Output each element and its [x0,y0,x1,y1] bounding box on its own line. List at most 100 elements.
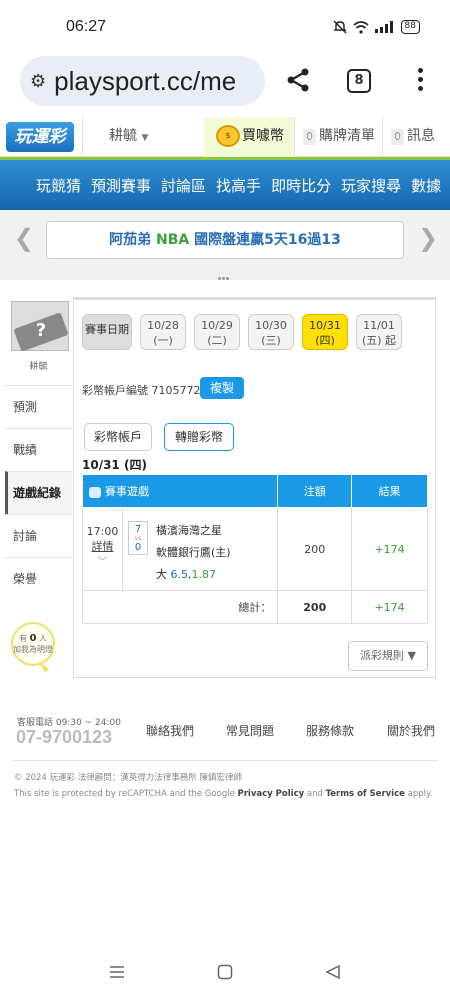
footer-link-terms[interactable]: 服務條款 [306,722,354,739]
game-time-col: 17:00 詳情 ﹀ [83,508,123,591]
col-game-label: 賽事遊戲 [105,485,149,498]
copyright-text: © 2024 玩運彩 法律顧問：漢英得力法律事務所 陳鎮宏律師 [14,773,242,783]
mute-icon [332,20,347,34]
ticker-message[interactable]: 阿茄弟 NBA 國際盤連贏5天16過13 [46,221,404,259]
recaptcha-notice: This site is protected by reCAPTCHA and … [14,789,433,799]
privacy-policy-link[interactable]: Privacy Policy [238,789,305,799]
chevron-left-icon[interactable]: ❮ [14,226,34,250]
coin-account-number: 彩幣帳戶編號 71057726 [82,384,208,397]
chevron-down-icon: ▼ [141,133,149,143]
nav-item[interactable]: 找高手 [216,175,261,196]
signal-icon [374,21,393,33]
sidebar-item-record[interactable]: 戰績 [5,428,72,471]
payout-rules-button[interactable]: 派彩規則 ▼ [348,641,428,671]
footer-link-faq[interactable]: 常見問題 [226,722,274,739]
footer-link-contact[interactable]: 聯絡我們 [146,722,194,739]
main-nav: 玩競猜 預測賽事 討論區 找高手 即時比分 玩家搜尋 數據 [0,160,450,210]
pick-line: 6.5 [170,568,189,581]
cart-count-badge: 0 [303,129,316,145]
site-settings-icon[interactable]: ⚙ [30,71,46,92]
nav-item[interactable]: 玩競猜 [36,175,81,196]
supporter-prefix: 有 [18,634,27,643]
ticker-user: 阿茄弟 [109,232,157,248]
clock: 06:27 [66,18,107,35]
cart-button[interactable]: 0 購牌清單 [294,117,382,157]
support-phone[interactable]: 07-9700123 [16,727,112,748]
team-home: 軟體銀行鷹(主) [156,546,231,559]
coin-icon: $ [216,125,240,147]
status-bar: 06:27 88 [0,0,450,56]
site-footer: 客服電話 09:30 ~ 24:00 07-9700123 聯絡我們 常見問題 … [0,700,450,810]
messages-button[interactable]: 0 訊息 [382,117,450,157]
nav-item[interactable]: 討論區 [161,175,206,196]
footer-link-about[interactable]: 關於我們 [387,722,435,739]
battery-icon: 88 [400,20,420,34]
username: 耕毓 [109,128,137,144]
date-tab-date: 10/28 [147,319,179,332]
date-tab[interactable]: 11/01 (五) 起 [356,314,402,350]
ticker-record: 國際盤連贏5天16過13 [189,232,341,248]
recaptcha-apply: apply. [404,789,433,799]
date-tab-weekday: (二) [207,334,227,347]
tab-gift-coins[interactable]: 轉贈彩幣 [164,423,234,451]
pick-odds: 1.87 [191,568,217,581]
team-away: 橫濱海灣之星 [156,524,222,537]
back-icon[interactable] [325,964,341,980]
site-logo[interactable]: 玩運彩 [6,122,74,152]
total-label: 總計： [81,590,279,624]
wifi-icon [353,20,369,34]
supporter-label: 加我為明燈 [13,645,53,654]
svg-text:?: ? [36,320,46,341]
profile-sidebar: ? 耕毓 預測 戰績 遊戲紀錄 討論 榮譽 有 0 人 加我為明燈 [5,297,72,677]
sidebar-item-game-history[interactable]: 遊戲紀錄 [5,471,72,514]
user-menu[interactable]: 耕毓 ▼ [82,117,202,157]
date-tab-weekday: (五) 起 [361,334,397,347]
footer-divider [12,760,438,761]
date-tab-selected[interactable]: 10/31 (四) [302,314,348,350]
col-header-result: 結果 [351,474,428,508]
date-tab[interactable]: 10/30 (三) [248,314,294,350]
total-row: 總計： 200 +174 [81,590,428,624]
buy-coin-button[interactable]: $ 買噱幣 [204,117,294,157]
date-tab-date: 11/01 [363,319,395,332]
teams: 橫濱海灣之星 軟體銀行鷹(主) 大 6.5,1.87 [156,520,231,586]
chevron-right-icon[interactable]: ❯ [418,226,438,250]
sidebar-item-honors[interactable]: 榮譽 [5,557,72,600]
browser-menu-icon[interactable] [417,68,423,94]
sidebar-item-predictions[interactable]: 預測 [5,385,72,428]
game-record-table: 賽事遊戲 注額 結果 17:00 詳情 ﹀ 7 vs 0 橫濱海灣之星 軟體銀行… [81,474,428,624]
share-icon[interactable] [284,66,312,94]
address-bar[interactable]: ⚙ playsport.cc/me [20,56,265,106]
terms-of-service-link[interactable]: Terms of Service [326,789,405,799]
site-header: 玩運彩 耕毓 ▼ $ 買噱幣 0 購牌清單 0 訊息 [0,117,450,157]
supporter-unit: 人 [39,634,48,643]
copy-button[interactable]: 複製 [200,377,244,399]
coin-stack-icon [89,486,101,498]
game-cell: 17:00 詳情 ﹀ 7 vs 0 橫濱海灣之星 軟體銀行鷹(主) 大 6.5,… [81,507,279,591]
chevron-down-icon[interactable]: ﹀ [98,557,108,568]
nav-item[interactable]: 即時比分 [271,175,331,196]
sidebar-item-discussion[interactable]: 討論 [5,514,72,557]
game-record-panel: 賽事日期 10/28 (一) 10/29 (二) 10/30 (三) 10/31 (四)… [73,297,436,678]
home-icon[interactable] [217,964,233,980]
recent-apps-icon[interactable] [109,964,125,980]
game-time: 17:00 [86,525,119,538]
avatar[interactable]: ? [11,301,69,351]
url-text[interactable]: playsport.cc/me [54,66,236,97]
nav-item[interactable]: 數據 [411,175,441,196]
cart-label: 購牌清單 [319,128,375,144]
day-heading: 10/31 (四) [82,458,147,472]
system-nav-bar [0,950,450,1000]
date-tab[interactable]: 10/28 (一) [140,314,186,350]
score-box: 7 vs 0 [128,521,148,555]
date-tab-date: 10/31 [309,319,341,332]
col-header-game: 賽事遊戲 [81,474,279,508]
details-link[interactable]: 詳情 [92,540,114,553]
nav-item[interactable]: 預測賽事 [91,175,151,196]
date-tab[interactable]: 10/29 (二) [194,314,240,350]
col-header-amount: 注額 [277,474,353,508]
tab-switcher-button[interactable]: 8 [347,69,371,93]
tab-coin-account[interactable]: 彩幣帳戶 [84,423,152,451]
nav-item[interactable]: 玩家搜尋 [341,175,401,196]
total-amount: 200 [277,590,353,624]
